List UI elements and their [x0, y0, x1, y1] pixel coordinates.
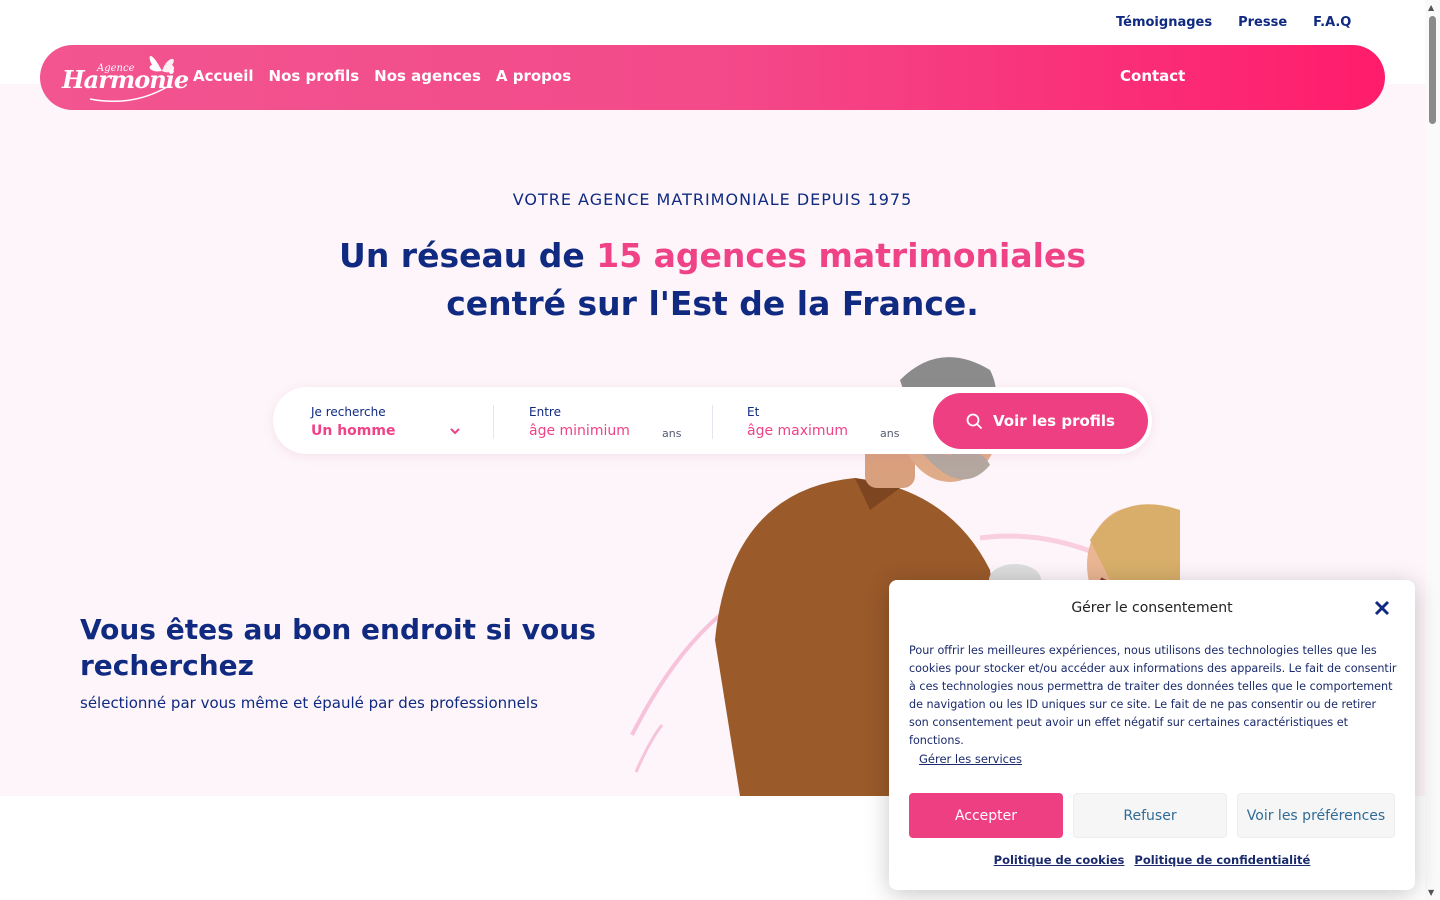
- refuse-button[interactable]: Refuser: [1073, 793, 1227, 838]
- min-age-unit: ans: [662, 427, 682, 440]
- section-subtitle: sélectionné par vous même et épaulé par …: [80, 694, 538, 712]
- cookie-title: Gérer le consentement: [1071, 600, 1233, 616]
- main-navbar: Agence Harmonie Accueil Nos profils Nos …: [40, 45, 1385, 110]
- cookie-policy-links: Politique de cookies Politique de confid…: [889, 853, 1415, 867]
- max-age-placeholder: âge maximum: [747, 423, 849, 439]
- max-age-unit: ans: [880, 427, 900, 440]
- seeking-value: Un homme: [311, 423, 396, 439]
- headline-highlight: 15 agences matrimoniales: [596, 236, 1086, 275]
- max-age-label: Et: [747, 405, 760, 419]
- cookie-policy-link[interactable]: Politique de cookies: [994, 853, 1125, 867]
- scroll-up-icon[interactable]: ▲: [1428, 3, 1434, 12]
- min-age-field[interactable]: Entre âge minimium: [529, 405, 659, 439]
- nav-item-agencies[interactable]: Nos agences: [374, 67, 481, 85]
- nav-links: Accueil Nos profils Nos agences A propos: [193, 67, 571, 85]
- top-link-faq[interactable]: F.A.Q: [1313, 15, 1351, 30]
- min-age-placeholder: âge minimium: [529, 423, 630, 439]
- scroll-down-icon[interactable]: ▼: [1428, 888, 1434, 897]
- privacy-policy-link[interactable]: Politique de confidentialité: [1134, 853, 1310, 867]
- seeking-label: Je recherche: [311, 405, 386, 419]
- top-links: Témoignages Presse F.A.Q: [1116, 15, 1351, 30]
- chevron-down-icon: [450, 428, 460, 435]
- top-link-press[interactable]: Presse: [1238, 15, 1287, 30]
- nav-item-about[interactable]: A propos: [496, 67, 571, 85]
- nav-item-profiles[interactable]: Nos profils: [269, 67, 360, 85]
- logo[interactable]: Agence Harmonie: [62, 49, 189, 107]
- headline-part1: Un réseau de: [339, 236, 597, 275]
- headline-part2: centré sur l'Est de la France.: [446, 284, 979, 323]
- seeking-select[interactable]: Je recherche Un homme: [311, 405, 471, 439]
- top-link-testimonials[interactable]: Témoignages: [1116, 15, 1212, 30]
- divider: [493, 405, 494, 439]
- scrollbar-thumb[interactable]: [1429, 16, 1436, 124]
- view-profiles-label: Voir les profils: [993, 412, 1115, 430]
- search-icon: [966, 413, 983, 429]
- accept-button[interactable]: Accepter: [909, 793, 1063, 838]
- section-title: Vous êtes au bon endroit si vous recherc…: [80, 613, 596, 682]
- page-scrollbar[interactable]: ▲ ▼: [1425, 0, 1440, 900]
- hero-headline: Un réseau de 15 agences matrimoniales ce…: [0, 232, 1425, 328]
- nav-contact[interactable]: Contact: [1120, 67, 1185, 85]
- max-age-field[interactable]: Et âge maximum: [747, 405, 877, 439]
- min-age-label: Entre: [529, 405, 561, 419]
- manage-services-link[interactable]: Gérer les services: [919, 752, 1022, 766]
- divider: [712, 405, 713, 439]
- close-icon[interactable]: [1374, 600, 1390, 616]
- swirl-icon: [89, 86, 168, 103]
- hero-eyebrow: VOTRE AGENCE MATRIMONIALE DEPUIS 1975: [512, 190, 913, 209]
- view-profiles-button[interactable]: Voir les profils: [933, 393, 1148, 449]
- search-bar: Je recherche Un homme Entre âge minimium…: [273, 387, 1152, 454]
- nav-item-home[interactable]: Accueil: [193, 67, 254, 85]
- cookie-text: Pour offrir les meilleures expériences, …: [909, 644, 1397, 747]
- cookie-consent-dialog: Gérer le consentement Pour offrir les me…: [889, 580, 1415, 890]
- preferences-button[interactable]: Voir les préférences: [1237, 793, 1395, 838]
